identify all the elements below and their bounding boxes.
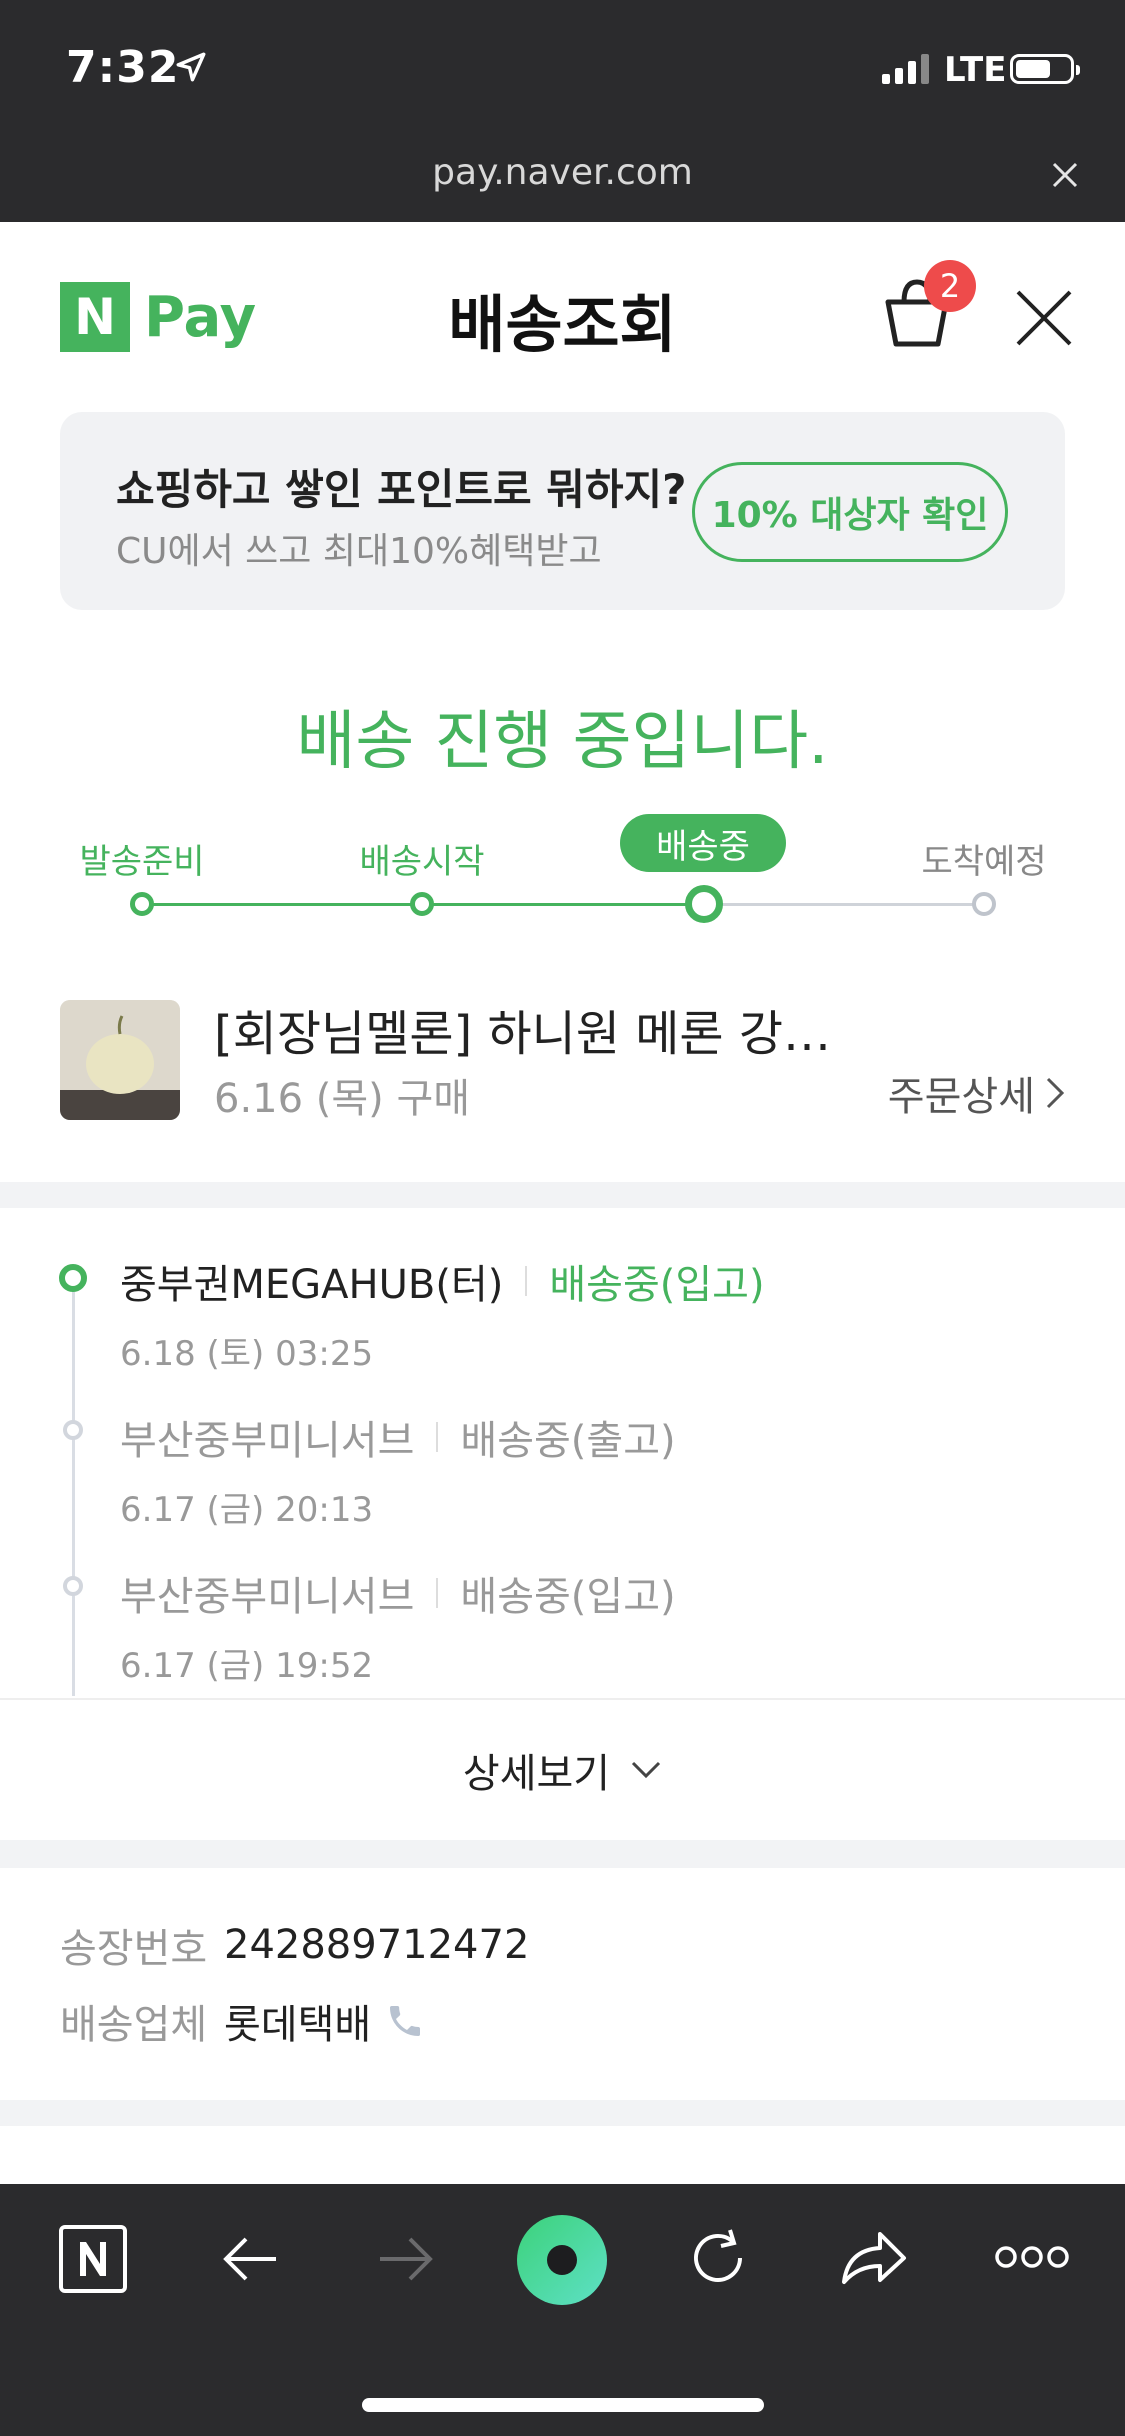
step-dot-started xyxy=(410,892,434,916)
tracking-location: 중부권MEGAHUB(터) xyxy=(120,1262,504,1308)
chevron-down-icon xyxy=(632,1761,661,1779)
cart-count-badge: 2 xyxy=(924,260,976,312)
tracking-status: 배송중(출고) xyxy=(460,1418,676,1464)
order-detail-label: 주문상세 xyxy=(887,1074,1035,1120)
tracking-event: 부산중부미니서브 배송중(출고) 6.17 (금) 20:13 xyxy=(120,1408,676,1531)
step-label-preparing: 발송준비 xyxy=(79,842,205,882)
invoice-row: 송장번호 242889712472 xyxy=(60,1916,529,1974)
check-eligibility-button[interactable]: 10% 대상자 확인 xyxy=(692,462,1008,562)
promo-banner[interactable]: 쇼핑하고 쌓인 포인트로 뭐하지? CU에서 쓰고 최대10%혜택받고 10% … xyxy=(60,412,1065,610)
invoice-number[interactable]: 242889712472 xyxy=(224,1922,529,1968)
step-label-expected-arrival: 도착예정 xyxy=(921,842,1047,882)
refresh-icon[interactable] xyxy=(686,2226,750,2290)
url-text[interactable]: pay.naver.com xyxy=(0,152,1125,193)
timeline-dot-active xyxy=(59,1264,87,1292)
timeline-line xyxy=(72,1274,75,1696)
product-thumbnail[interactable] xyxy=(60,1000,180,1120)
green-dot-icon[interactable] xyxy=(516,2214,608,2306)
phone-icon[interactable] xyxy=(385,2001,425,2041)
delivery-status-headline: 배송 진행 중입니다. xyxy=(296,705,829,779)
tracking-event: 부산중부미니서브 배송중(입고) 6.17 (금) 19:52 xyxy=(120,1564,676,1687)
carrier-name: 롯데택배 xyxy=(224,2002,372,2048)
step-dot-in-transit xyxy=(685,885,723,923)
melon-image xyxy=(60,1000,180,1120)
more-options-icon[interactable] xyxy=(994,2244,1070,2270)
tracking-location: 부산중부미니서브 xyxy=(120,1418,415,1464)
share-icon[interactable] xyxy=(840,2228,908,2288)
chevron-right-icon xyxy=(1046,1077,1065,1109)
close-icon[interactable] xyxy=(1014,288,1074,348)
timeline-dot xyxy=(63,1576,83,1596)
tracking-time: 6.17 (금) 20:13 xyxy=(120,1490,374,1530)
forward-arrow-icon[interactable] xyxy=(376,2234,436,2284)
home-indicator[interactable] xyxy=(362,2398,764,2412)
signal-icon xyxy=(882,52,929,84)
step-label-started: 배송시작 xyxy=(359,842,485,882)
order-detail-link[interactable]: 주문상세 xyxy=(888,1064,1065,1122)
carrier-row: 배송업체 롯데택배 xyxy=(60,1992,425,2050)
invoice-label: 송장번호 xyxy=(60,1926,208,1972)
banner-title: 쇼핑하고 쌓인 포인트로 뭐하지? xyxy=(116,465,687,514)
section-divider xyxy=(0,1840,1125,1868)
tracking-time: 6.18 (토) 03:25 xyxy=(120,1334,374,1374)
banner-subtitle: CU에서 쓰고 최대10%혜택받고 xyxy=(116,531,602,572)
network-label: LTE xyxy=(944,50,1007,90)
tracking-time: 6.17 (금) 19:52 xyxy=(120,1646,374,1686)
timeline-dot xyxy=(63,1420,83,1440)
section-divider xyxy=(0,1182,1125,1208)
tracking-status: 배송중(입고) xyxy=(549,1262,765,1308)
purchase-date: 6.16 (목) 구매 xyxy=(214,1076,471,1122)
tracking-event: 중부권MEGAHUB(터) 배송중(입고) 6.18 (토) 03:25 xyxy=(120,1252,765,1375)
progress-track-remaining xyxy=(704,903,984,906)
step-dot-expected-arrival xyxy=(972,892,996,916)
separator xyxy=(525,1266,528,1296)
separator xyxy=(436,1578,439,1608)
back-arrow-icon[interactable] xyxy=(220,2234,280,2284)
location-arrow-icon xyxy=(176,52,206,82)
view-details-button[interactable]: 상세보기 xyxy=(0,1700,1125,1840)
section-divider xyxy=(0,2100,1125,2126)
tracking-location: 부산중부미니서브 xyxy=(120,1574,415,1620)
product-name[interactable]: [회장님멜론] 하니원 메론 강… xyxy=(214,994,894,1064)
separator xyxy=(436,1422,439,1452)
carrier-label: 배송업체 xyxy=(60,2002,208,2048)
status-time: 7:32 xyxy=(66,42,180,93)
close-browser-icon[interactable] xyxy=(1050,160,1080,190)
tracking-status: 배송중(입고) xyxy=(460,1574,676,1620)
naver-home-icon[interactable] xyxy=(58,2224,128,2294)
battery-icon xyxy=(1010,54,1080,84)
step-label-in-transit: 배송중 xyxy=(620,814,786,872)
view-details-label: 상세보기 xyxy=(462,1751,611,1797)
step-dot-preparing xyxy=(130,892,154,916)
